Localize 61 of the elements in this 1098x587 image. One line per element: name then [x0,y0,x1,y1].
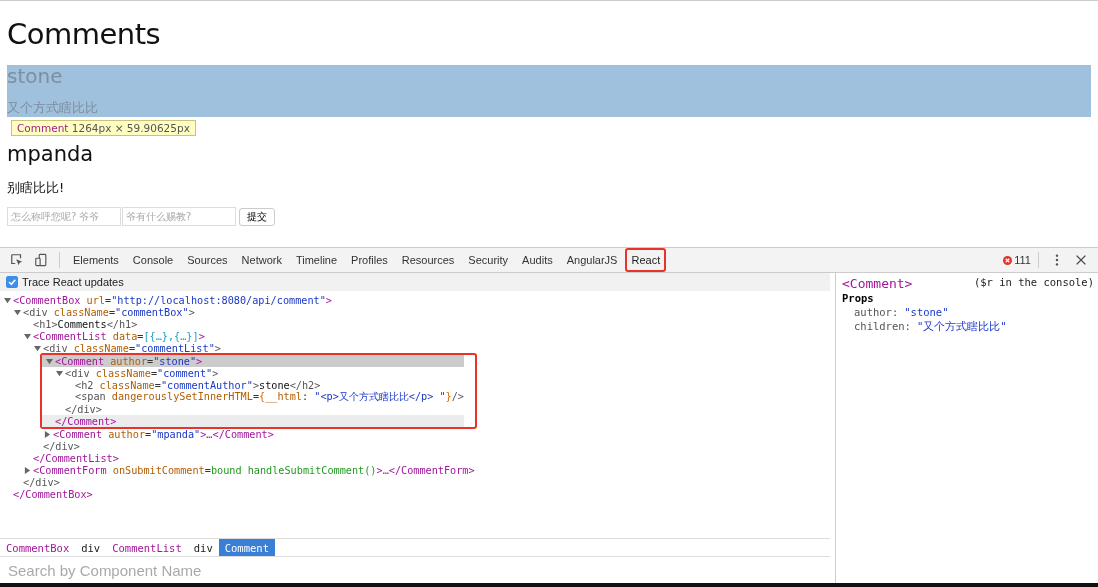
code-line[interactable]: <span dangerouslySetInnerHTML={__html: "<p>又个方式瞎比比</p> "}/> [75,390,464,404]
devtools-tab[interactable]: Console [126,250,180,270]
expanded-arrow-icon[interactable] [56,369,63,377]
prop-name: children: [854,320,911,334]
devtools-tab[interactable]: Audits [516,250,559,270]
console-hint: ($r in the console) [973,276,1094,290]
inspect-cursor-icon[interactable] [10,253,24,267]
prop-value[interactable]: "又个方式瞎比比" [916,320,1007,334]
devtools-tab[interactable]: AngularJS [560,250,624,270]
comment-input-field[interactable]: 爷有什么赐教? [122,207,236,226]
error-count[interactable]: 111 [1014,254,1031,266]
prop-value[interactable]: "stone" [904,306,949,318]
component-title: <Comment> [842,276,913,291]
close-icon[interactable] [1074,253,1088,267]
code-line[interactable]: <CommentBox url="http://localhost:8080/api/comment"> [13,294,332,306]
collapsed-arrow-icon[interactable] [44,430,51,438]
code-line: </div> [65,403,102,415]
devtools-tab[interactable]: Security [462,250,515,270]
name-input-field[interactable]: 怎么称呼您呢? 爷爷 [7,207,121,226]
breadcrumb-item[interactable]: CommentBox [0,539,76,556]
device-icon[interactable] [34,253,48,267]
error-icon [1003,255,1013,265]
comment-text: 别瞎比比! [7,179,66,197]
comment-author: stone [7,65,63,87]
trace-checkbox[interactable] [6,276,18,288]
expanded-arrow-icon[interactable] [24,332,31,340]
breadcrumb-item[interactable]: Comment [218,539,275,556]
props-heading: Props [842,292,875,304]
component-tooltip: Comment 1264px × 59.90625px [11,120,196,136]
expanded-arrow-icon[interactable] [14,308,21,316]
code-line[interactable]: <h2 className="commentAuthor">stone</h2> [75,379,321,391]
prop-name: author: [854,306,899,318]
code-line[interactable]: <CommentForm onSubmitComment=bound handleSubmitComment()>…</CommentForm> [33,464,475,476]
code-line: </CommentList> [33,452,119,464]
expanded-arrow-icon[interactable] [34,344,41,352]
code-line[interactable]: <CommentList data=[{…},{…}]> [33,330,205,342]
devtools-tab[interactable]: Network [235,250,288,270]
devtools-tab[interactable]: Timeline [289,250,344,270]
collapsed-arrow-icon[interactable] [24,466,31,474]
code-line[interactable]: <Comment author="mpanda">…</Comment> [53,428,274,440]
code-line[interactable]: <h1>Comments</h1> [33,318,138,330]
breadcrumb-item[interactable]: div [187,539,219,556]
expanded-arrow-icon[interactable] [46,357,53,365]
devtools-tab[interactable]: Resources [395,250,461,270]
devtools-tab[interactable]: Profiles [345,250,394,270]
trace-label: Trace React updates [22,276,124,288]
expanded-arrow-icon[interactable] [4,296,11,304]
code-line: </div> [43,440,80,452]
devtools-tab[interactable]: Sources [181,250,234,270]
code-line[interactable]: <div className="commentBox"> [23,306,195,318]
code-line[interactable]: <div className="commentList"> [43,342,221,354]
breadcrumb-item[interactable]: CommentList [106,539,188,556]
comment-author: mpanda [7,143,94,165]
code-line: </div> [23,476,60,488]
devtools-tab[interactable]: Elements [67,250,125,270]
submit-button[interactable]: 提交 [239,207,275,226]
code-line: </Comment> [55,415,117,427]
breadcrumb-item[interactable]: div [75,539,107,556]
code-line[interactable]: <div className="comment"> [65,367,219,379]
page-heading: Comments [7,17,162,51]
code-line: </CommentBox> [13,488,93,500]
